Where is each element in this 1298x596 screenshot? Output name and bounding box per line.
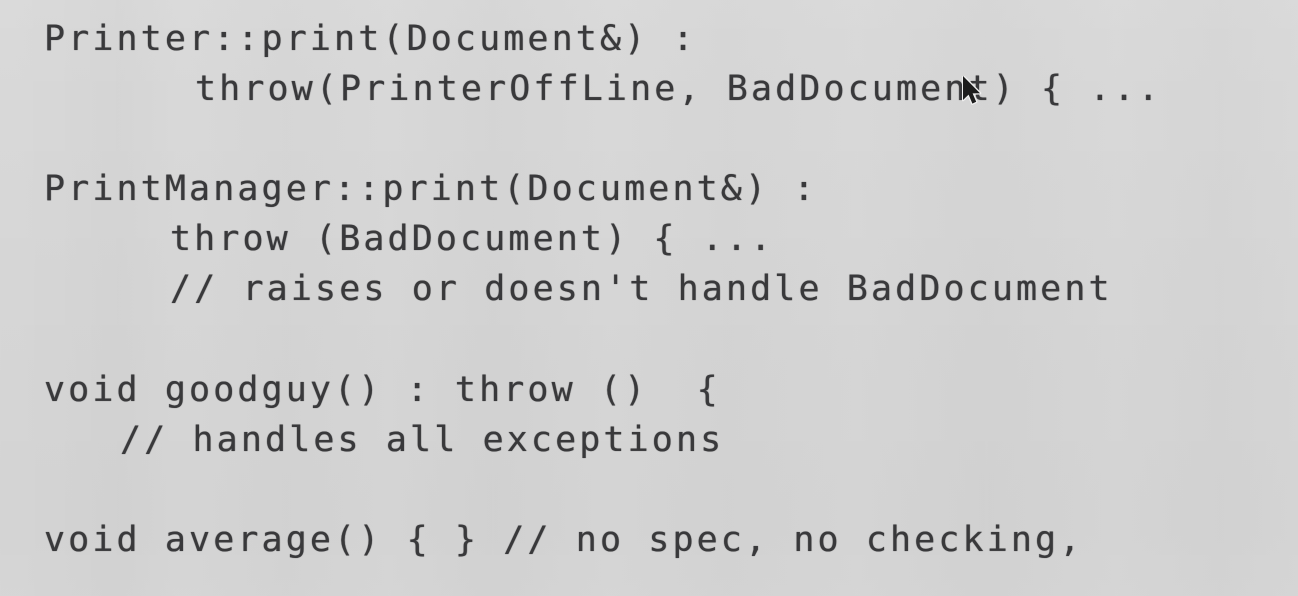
code-line: throw(PrinterOffLine, BadDocument) { ...	[195, 69, 1162, 109]
code-line: PrintManager::print(Document&) :	[44, 169, 818, 209]
code-line: void goodguy() : throw () {	[44, 370, 721, 410]
code-block: Printer::print(Document&) : throw(Printe…	[0, 0, 1298, 596]
code-line: Printer::print(Document&) :	[44, 19, 697, 59]
code-slide: Printer::print(Document&) : throw(Printe…	[0, 0, 1298, 596]
code-line: // raises or doesn't handle BadDocument	[170, 269, 1113, 309]
code-line: throw (BadDocument) { ...	[170, 219, 775, 259]
code-line: void average() { } // no spec, no checki…	[44, 520, 1084, 560]
code-line: // handles all exceptions	[120, 420, 725, 460]
